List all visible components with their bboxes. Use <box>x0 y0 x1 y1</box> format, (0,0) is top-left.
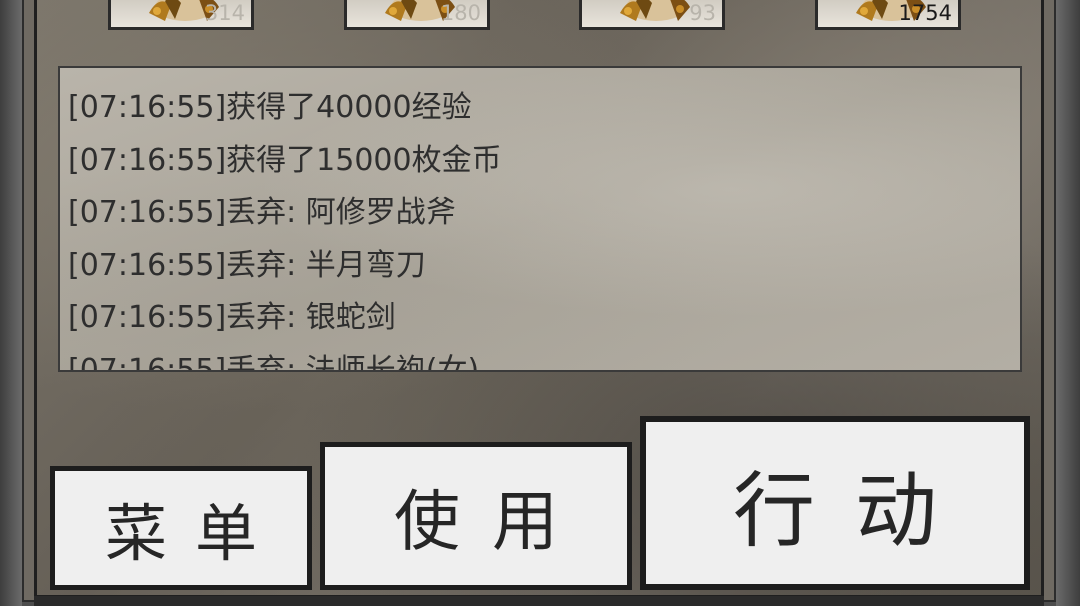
loot-slot-1[interactable]: 314 <box>108 0 254 30</box>
game-screen: 314 180 93 1754 [07:16:55]获得了40000经验 [07… <box>0 0 1080 606</box>
loot-count: 314 <box>204 1 245 25</box>
log-entry: [07:16:55]获得了15000枚金币 <box>68 142 502 178</box>
left-edge <box>0 0 22 606</box>
log-entry: [07:16:55]获得了40000经验 <box>68 90 472 125</box>
use-button[interactable]: 使用 <box>320 442 632 590</box>
loot-count: 180 <box>440 1 481 25</box>
right-edge <box>1056 0 1080 606</box>
loot-slot-2[interactable]: 180 <box>344 0 490 30</box>
loot-count: 93 <box>689 1 716 25</box>
log-list: [07:16:55]获得了40000经验 [07:16:55]获得了15000枚… <box>68 82 502 372</box>
message-log[interactable]: [07:16:55]获得了40000经验 [07:16:55]获得了15000枚… <box>58 66 1022 372</box>
loot-count: 1754 <box>898 1 952 25</box>
action-button[interactable]: 行动 <box>640 416 1030 590</box>
loot-slot-4[interactable]: 1754 <box>815 0 961 30</box>
log-entry: [07:16:55]丢弃: 法师长袍(女) <box>68 352 480 372</box>
gold-bag-icon <box>620 0 690 21</box>
bottom-edge <box>34 596 1044 606</box>
log-entry: [07:16:55]丢弃: 半月弯刀 <box>68 247 426 283</box>
loot-slot-3[interactable]: 93 <box>579 0 725 30</box>
log-entry: [07:16:55]丢弃: 银蛇剑 <box>68 300 396 335</box>
menu-button[interactable]: 菜单 <box>50 466 312 590</box>
log-entry: [07:16:55]丢弃: 阿修罗战斧 <box>68 195 456 230</box>
